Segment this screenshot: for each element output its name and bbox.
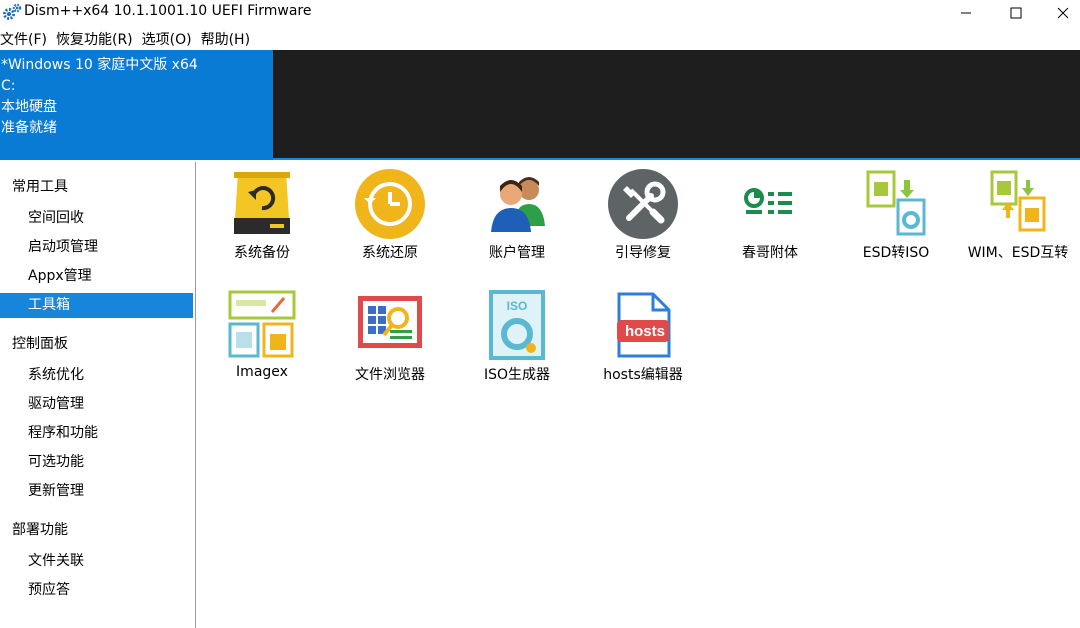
sidebar-item-drivers[interactable]: 驱动管理 <box>0 392 193 417</box>
tool-wim-esd-convert[interactable]: WIM、ESD互转 <box>958 168 1078 262</box>
sidebar-group-deploy: 部署功能 <box>12 522 68 538</box>
sidebar-group-control-panel: 控制面板 <box>12 336 68 352</box>
session-status: 准备就绪 <box>1 120 57 136</box>
backup-drive-icon <box>234 172 290 234</box>
tools-icon <box>608 169 678 239</box>
sidebar-item-label: 文件关联 <box>28 553 84 569</box>
title-bar: Dism++x64 10.1.1001.10 UEFI Firmware <box>0 0 1080 26</box>
session-drive: C: <box>1 78 16 94</box>
sidebar-item-label: 工具箱 <box>28 297 70 313</box>
window-title: Dism++x64 10.1.1001.10 UEFI Firmware <box>24 3 312 19</box>
users-icon <box>491 177 545 232</box>
tool-label: hosts编辑器 <box>603 367 683 383</box>
sidebar-item-startup[interactable]: 启动项管理 <box>0 235 193 260</box>
sidebar-group-common-tools: 常用工具 <box>12 179 68 195</box>
session-os: *Windows 10 家庭中文版 x64 <box>1 57 198 73</box>
tool-iso-generator[interactable]: ISO ISO生成器 <box>457 290 577 384</box>
tool-boot-repair[interactable]: 引导修复 <box>583 168 703 262</box>
tool-label: Imagex <box>236 364 288 380</box>
sidebar-item-label: 空间回收 <box>28 210 84 226</box>
sidebar-item-space-reclaim[interactable]: 空间回收 <box>0 206 193 231</box>
iso-generator-icon: ISO <box>489 290 545 360</box>
sidebar-item-optional-features[interactable]: 可选功能 <box>0 450 193 475</box>
tool-label: ISO生成器 <box>483 367 551 383</box>
sidebar-item-label: Appx管理 <box>28 268 92 284</box>
minimize-button[interactable] <box>943 0 989 26</box>
sidebar-item-label: 启动项管理 <box>28 239 98 255</box>
session-strip-accent <box>273 158 1080 160</box>
tool-label: 系统备份 <box>234 245 290 261</box>
minimize-icon <box>961 12 971 14</box>
sidebar-item-label: 更新管理 <box>28 483 84 499</box>
tool-label: ESD转ISO <box>862 245 930 261</box>
tool-label: 账户管理 <box>489 245 545 261</box>
gears-icon <box>3 3 22 20</box>
menu-restore[interactable]: 恢复功能(R) <box>56 27 133 49</box>
menu-file[interactable]: 文件(F) <box>0 27 47 49</box>
sidebar-item-optimize[interactable]: 系统优化 <box>0 363 193 388</box>
sidebar-item-toolbox[interactable]: 工具箱 <box>0 293 193 318</box>
tool-imagex[interactable]: Imagex <box>202 290 322 380</box>
close-icon <box>1057 7 1069 19</box>
file-browser-icon <box>358 296 422 348</box>
tool-system-restore[interactable]: 系统还原 <box>330 168 450 262</box>
svg-text:ISO: ISO <box>507 299 528 313</box>
tool-chunge-mode[interactable]: 春哥附体 <box>710 168 830 262</box>
tool-label: WIM、ESD互转 <box>967 245 1069 261</box>
sidebar-item-updates[interactable]: 更新管理 <box>0 479 193 504</box>
restore-clock-icon <box>355 169 425 239</box>
sidebar-item-label: 预应答 <box>28 582 70 598</box>
tool-label: 文件浏览器 <box>355 367 425 383</box>
session-disk: 本地硬盘 <box>1 99 57 115</box>
session-card[interactable]: *Windows 10 家庭中文版 x64 C: 本地硬盘 准备就绪 <box>0 50 273 160</box>
maximize-icon <box>1010 7 1022 19</box>
sidebar-item-label: 程序和功能 <box>28 425 98 441</box>
settings-list-icon <box>744 188 792 214</box>
sidebar-item-file-assoc[interactable]: 文件关联 <box>0 549 193 574</box>
tool-file-browser[interactable]: 文件浏览器 <box>330 290 450 384</box>
sidebar-item-appx[interactable]: Appx管理 <box>0 264 193 289</box>
sidebar-item-label: 驱动管理 <box>28 396 84 412</box>
tool-label: 系统还原 <box>362 245 418 261</box>
tool-system-backup[interactable]: 系统备份 <box>202 168 322 262</box>
maximize-button[interactable] <box>993 0 1039 26</box>
menu-help[interactable]: 帮助(H) <box>201 27 250 49</box>
imagex-icon <box>228 290 296 358</box>
sidebar-item-label: 系统优化 <box>28 367 84 383</box>
menu-options[interactable]: 选项(O) <box>142 27 192 49</box>
sidebar-item-label: 可选功能 <box>28 454 84 470</box>
wim-esd-convert-icon <box>990 170 1046 232</box>
tool-account-manager[interactable]: 账户管理 <box>457 168 577 262</box>
sidebar-item-programs[interactable]: 程序和功能 <box>0 421 193 446</box>
tool-label: 春哥附体 <box>742 245 798 261</box>
tool-label: 引导修复 <box>615 245 671 261</box>
menu-bar: 文件(F) 恢复功能(R) 选项(O) 帮助(H) <box>0 27 1080 49</box>
tool-esd-to-iso[interactable]: ESD转ISO <box>836 168 956 262</box>
close-button[interactable] <box>1040 0 1080 26</box>
esd-to-iso-icon <box>866 170 926 236</box>
hosts-icon-text: hosts <box>624 323 665 340</box>
session-strip <box>273 50 1080 158</box>
sidebar: 常用工具 空间回收 启动项管理 Appx管理 工具箱 控制面板 系统优化 驱动管… <box>0 162 196 628</box>
sidebar-item-answer-file[interactable]: 预应答 <box>0 578 193 603</box>
